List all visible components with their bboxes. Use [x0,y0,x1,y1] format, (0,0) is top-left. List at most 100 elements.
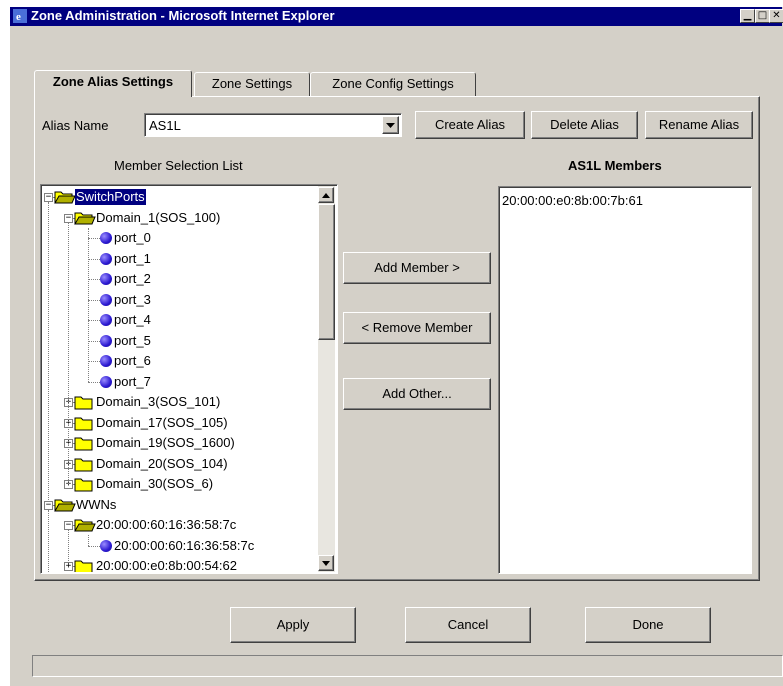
arrow-up-icon [322,193,330,198]
tree-item-folder[interactable]: + Domain_30(SOS_6) [42,474,318,494]
tree-connector [88,535,89,546]
tree-item-port[interactable]: port_4 [42,310,318,330]
tree-item-label: SwitchPorts [75,189,146,205]
folder-icon [74,394,94,410]
ie-icon: e [13,9,27,23]
tree-item-folder[interactable]: +20:00:00:e0:8b:00:54:62 [42,556,318,572]
tab-zone-settings[interactable]: Zone Settings [194,72,310,96]
maximize-icon[interactable]: □ [755,9,770,23]
tree-item-label: 20:00:00:60:16:36:58:7c [96,517,237,532]
tree-item-port[interactable]: port_1 [42,249,318,269]
tree-item-folder[interactable]: − 20:00:00:60:16:36:58:7c [42,515,318,535]
tab-label: Zone Config Settings [332,76,454,91]
tree-item-port[interactable]: port_5 [42,331,318,351]
scroll-down-button[interactable] [318,555,334,571]
tree-item-label: port_6 [114,353,151,368]
port-icon [100,314,112,326]
tree-item-folder[interactable]: + Domain_19(SOS_1600) [42,433,318,453]
port-icon [100,334,112,347]
window-title: Zone Administration - Microsoft Internet… [31,8,335,23]
folder-icon [74,558,94,572]
tab-label: Zone Alias Settings [52,74,174,89]
delete-alias-button[interactable]: Delete Alias [531,111,638,139]
tree-item-label: port_1 [114,250,151,266]
tree-connector [68,222,69,484]
tree-connector [48,509,49,572]
scroll-up-button[interactable] [318,187,334,203]
tab-zone-alias-settings[interactable]: Zone Alias Settings [34,70,192,97]
folder-icon [74,456,94,472]
port-icon [100,539,112,552]
tab-join [35,95,191,97]
dropdown-button[interactable] [382,116,399,134]
tree-item-port[interactable]: port_3 [42,290,318,310]
tree-item-folder[interactable]: − Domain_1(SOS_100) [42,208,318,228]
tree-item-label: 20:00:00:e0:8b:00:54:62 [96,558,237,572]
alias-name-label: Alias Name [42,118,109,133]
add-other-button[interactable]: Add Other... [343,378,491,410]
tree-item-label: Domain_30(SOS_6) [96,476,214,491]
alias-name-value: AS1L [149,118,181,133]
add-member-button[interactable]: Add Member > [343,252,491,284]
expand-icon[interactable]: + [64,562,73,571]
apply-button[interactable]: Apply [230,607,356,643]
tree-item-folder[interactable]: + Domain_3(SOS_101) [42,392,318,412]
svg-text:e: e [16,11,21,23]
tree-item-label: 20:00:00:60:16:36:58:7c [114,537,255,553]
scroll-thumb[interactable] [318,204,335,340]
cancel-button[interactable]: Cancel [405,607,531,643]
close-icon[interactable]: ✕ [769,9,783,23]
tree-item-label: Domain_1(SOS_100) [96,209,221,225]
member-selection-heading: Member Selection List [114,158,243,173]
members-heading: AS1L Members [568,158,662,173]
tree-item-folder[interactable]: + Domain_17(SOS_105) [42,413,318,433]
collapse-icon[interactable]: − [64,213,73,223]
status-bar [32,655,783,677]
port-icon [100,293,112,306]
tab-zone-config-settings[interactable]: Zone Config Settings [310,72,476,96]
tree-content: − SwitchPorts − Domain_1(SOS_100) port_0 port… [42,186,318,572]
folder-icon [74,415,94,431]
tree-connector [48,202,49,500]
collapse-icon[interactable]: − [44,193,53,202]
collapse-icon[interactable]: − [64,521,73,530]
members-list[interactable]: 20:00:00:e0:8b:00:7b:61 [498,186,752,574]
arrow-down-icon [322,561,330,566]
folder-icon [74,476,94,492]
create-alias-button[interactable]: Create Alias [415,111,525,139]
tree-connector [68,530,69,561]
tree-item-port[interactable]: 20:00:00:60:16:36:58:7c [42,536,318,556]
tree-item-label: port_7 [114,373,151,389]
tree-item-port[interactable]: port_2 [42,269,318,289]
tree-item-folder[interactable]: − SwitchPorts [42,187,318,207]
folder-open-icon [74,210,96,226]
tree-item-label: Domain_20(SOS_104) [96,455,228,471]
tree-connector [88,227,89,382]
tree-item-label: port_2 [114,271,151,286]
folder-open-icon [54,189,76,205]
port-icon [100,355,112,367]
done-button[interactable]: Done [585,607,711,643]
collapse-icon[interactable]: − [44,500,53,510]
tree-item-label: port_0 [114,230,151,245]
tree-item-folder[interactable]: + Domain_20(SOS_104) [42,454,318,474]
list-item[interactable]: 20:00:00:e0:8b:00:7b:61 [502,193,643,208]
port-icon [100,375,112,388]
tree-item-port[interactable]: port_6 [42,351,318,371]
minimize-icon[interactable]: ▁ [740,9,755,23]
remove-member-button[interactable]: < Remove Member [343,312,491,344]
tab-label: Zone Settings [211,76,293,91]
tree-item-label: port_5 [114,332,151,348]
tree-item-label: port_4 [114,312,151,327]
alias-name-combobox[interactable]: AS1L [144,113,402,137]
tree-item-port[interactable]: port_7 [42,372,318,392]
rename-alias-button[interactable]: Rename Alias [645,111,753,139]
tree-item-port[interactable]: port_0 [42,228,318,248]
chevron-down-icon [386,123,395,128]
tree-item-label: Domain_17(SOS_105) [96,414,228,430]
tree-item-label: port_3 [114,291,151,307]
port-icon [100,232,112,244]
title-bar[interactable]: e Zone Administration - Microsoft Intern… [10,7,783,26]
port-icon [100,273,112,285]
tree-item-folder[interactable]: − WWNs [42,495,318,515]
